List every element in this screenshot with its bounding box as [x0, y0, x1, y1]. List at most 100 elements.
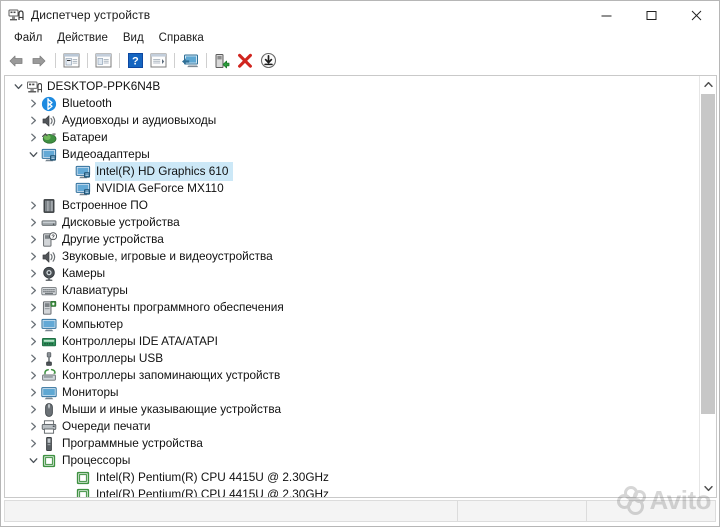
processor-icon	[75, 470, 91, 486]
device-tree[interactable]: DESKTOP-PPK6N4B Bluetooth Аудиовходы и ауд…	[5, 78, 699, 497]
monitor-icon	[41, 385, 57, 401]
download-button[interactable]	[257, 50, 279, 71]
uninstall-device-button[interactable]	[234, 50, 256, 71]
tree-row-label: DESKTOP-PPK6N4B	[47, 79, 161, 93]
device-tree-panel: DESKTOP-PPK6N4B Bluetooth Аудиовходы и ауд…	[4, 75, 717, 498]
chevron-right-icon[interactable]	[26, 384, 41, 401]
tree-row[interactable]: Intel(R) HD Graphics 610	[5, 163, 699, 180]
display-adapter-icon	[41, 147, 57, 163]
audio-icon	[41, 113, 57, 129]
tree-row[interactable]: NVIDIA GeForce MX110	[5, 180, 699, 197]
toolbar: ?	[1, 48, 719, 73]
menu-item-view[interactable]: Вид	[117, 31, 153, 46]
vertical-scrollbar[interactable]	[699, 76, 716, 497]
tree-row[interactable]: Мониторы	[5, 384, 699, 401]
tree-row[interactable]: Видеоадаптеры	[5, 146, 699, 163]
chevron-right-icon[interactable]	[26, 350, 41, 367]
chevron-right-icon[interactable]	[26, 435, 41, 452]
audio-icon	[41, 249, 57, 265]
scroll-down-arrow-icon[interactable]	[700, 480, 716, 497]
close-button[interactable]	[674, 1, 719, 29]
tree-row[interactable]: Дисковые устройства	[5, 214, 699, 231]
chevron-right-icon[interactable]	[26, 367, 41, 384]
tree-row[interactable]: Intel(R) Pentium(R) CPU 4415U @ 2.30GHz	[5, 469, 699, 486]
title-bar: Диспетчер устройств	[1, 1, 719, 29]
chevron-down-icon[interactable]	[26, 146, 41, 163]
tree-row[interactable]: Intel(R) Pentium(R) CPU 4415U @ 2.30GHz	[5, 486, 699, 497]
chevron-right-icon[interactable]	[26, 299, 41, 316]
maximize-button[interactable]	[629, 1, 674, 29]
tree-row[interactable]: ? Другие устройства	[5, 231, 699, 248]
scan-hardware-changes-button[interactable]	[179, 50, 201, 71]
tree-row[interactable]: Аудиовходы и аудиовыходы	[5, 112, 699, 129]
tree-row[interactable]: Контроллеры USB	[5, 350, 699, 367]
minimize-button[interactable]	[584, 1, 629, 29]
twisty-placeholder	[60, 163, 75, 180]
chevron-right-icon[interactable]	[26, 95, 41, 112]
twisty-placeholder	[60, 469, 75, 486]
tree-row[interactable]: Батареи	[5, 129, 699, 146]
tree-row-label: Программные устройства	[62, 436, 203, 450]
tree-row-label: Intel(R) Pentium(R) CPU 4415U @ 2.30GHz	[96, 487, 329, 497]
forward-button[interactable]	[28, 50, 50, 71]
chevron-right-icon[interactable]	[26, 265, 41, 282]
tree-row-label: Контроллеры USB	[62, 351, 164, 365]
chevron-down-icon[interactable]	[26, 452, 41, 469]
tree-row[interactable]: Встроенное ПО	[5, 197, 699, 214]
keyboard-icon	[41, 283, 57, 299]
tree-row-label: Батареи	[62, 130, 108, 144]
usb-icon	[41, 351, 57, 367]
tree-row-label: Контроллеры IDE ATA/ATAPI	[62, 334, 218, 348]
tree-row[interactable]: Программные устройства	[5, 435, 699, 452]
status-segment-main	[5, 501, 458, 521]
properties-button[interactable]	[92, 50, 114, 71]
menu-item-file[interactable]: Файл	[8, 31, 51, 46]
chevron-right-icon[interactable]	[26, 197, 41, 214]
processor-icon	[75, 487, 91, 497]
toolbar-separator	[174, 53, 175, 68]
tree-row[interactable]: Процессоры	[5, 452, 699, 469]
chevron-right-icon[interactable]	[26, 112, 41, 129]
chevron-right-icon[interactable]	[26, 333, 41, 350]
scrollbar-thumb[interactable]	[701, 94, 715, 414]
menu-item-help[interactable]: Справка	[153, 31, 213, 46]
chevron-right-icon[interactable]	[26, 401, 41, 418]
tree-row[interactable]: Камеры	[5, 265, 699, 282]
tree-row[interactable]: Компоненты программного обеспечения	[5, 299, 699, 316]
tree-row-label: NVIDIA GeForce MX110	[96, 181, 224, 195]
chevron-right-icon[interactable]	[26, 316, 41, 333]
camera-icon	[41, 266, 57, 282]
tree-row[interactable]: Очереди печати	[5, 418, 699, 435]
tree-row-label: Компьютер	[62, 317, 124, 331]
tree-row[interactable]: Звуковые, игровые и видеоустройства	[5, 248, 699, 265]
chevron-right-icon[interactable]	[26, 231, 41, 248]
tree-row[interactable]: Клавиатуры	[5, 282, 699, 299]
menu-item-action[interactable]: Действие	[51, 31, 117, 46]
tree-row[interactable]: Мыши и иные указывающие устройства	[5, 401, 699, 418]
tree-row[interactable]: Контроллеры IDE ATA/ATAPI	[5, 333, 699, 350]
chevron-right-icon[interactable]	[26, 248, 41, 265]
status-segment-two	[458, 501, 587, 521]
show-hide-console-tree-button[interactable]	[60, 50, 82, 71]
update-driver-button[interactable]	[147, 50, 169, 71]
toolbar-separator	[55, 53, 56, 68]
printer-icon	[41, 419, 57, 435]
chevron-right-icon[interactable]	[26, 129, 41, 146]
tree-row-label: Процессоры	[62, 453, 131, 467]
storage-controller-icon	[41, 368, 57, 384]
tree-row[interactable]: DESKTOP-PPK6N4B	[5, 78, 699, 95]
help-button[interactable]: ?	[124, 50, 146, 71]
chevron-right-icon[interactable]	[26, 214, 41, 231]
tree-row-label: Мыши и иные указывающие устройства	[62, 402, 282, 416]
back-button[interactable]	[5, 50, 27, 71]
computer-root-icon	[26, 79, 43, 95]
menu-bar: Файл Действие Вид Справка	[1, 29, 719, 48]
chevron-right-icon[interactable]	[26, 282, 41, 299]
scroll-up-arrow-icon[interactable]	[700, 76, 716, 93]
tree-row[interactable]: Компьютер	[5, 316, 699, 333]
chevron-right-icon[interactable]	[26, 418, 41, 435]
chevron-down-icon[interactable]	[11, 78, 26, 95]
tree-row[interactable]: Контроллеры запоминающих устройств	[5, 367, 699, 384]
enable-device-button[interactable]	[211, 50, 233, 71]
tree-row[interactable]: Bluetooth	[5, 95, 699, 112]
